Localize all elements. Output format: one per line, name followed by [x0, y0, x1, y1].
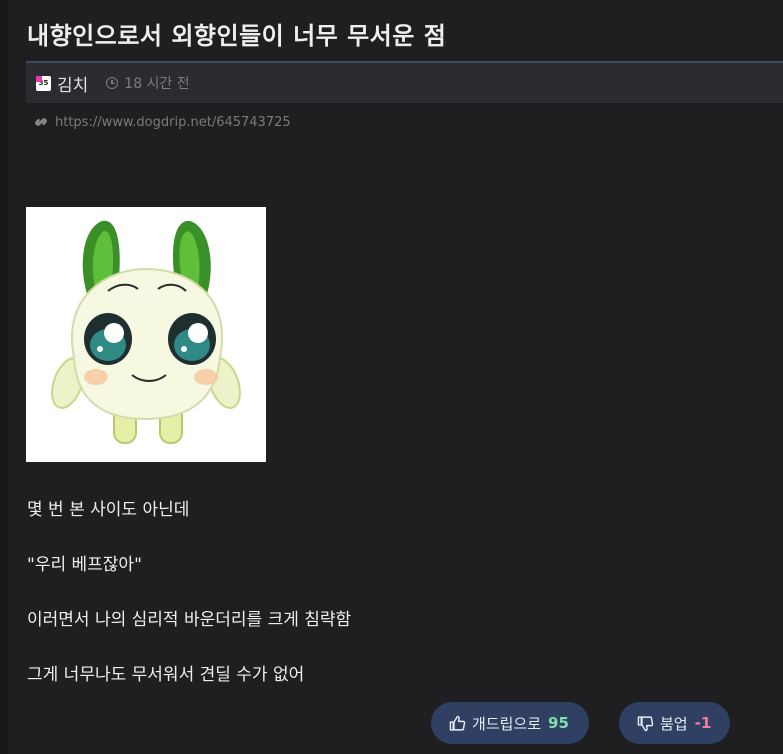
link-icon: [35, 118, 47, 126]
character-illustration: [26, 207, 266, 462]
permalink-row[interactable]: https://www.dogdrip.net/645743725: [32, 113, 291, 131]
thumbs-up-icon: [449, 715, 466, 731]
upvote-label: 개드립으로: [472, 714, 542, 733]
downvote-label: 붐업: [660, 714, 688, 733]
post-line: 몇 번 본 사이도 아닌데: [27, 500, 190, 520]
upvote-button[interactable]: 개드립으로 95: [431, 702, 589, 744]
post-timestamp: 18 시간 전: [124, 76, 190, 92]
downvote-button[interactable]: 붐업 -1: [619, 702, 730, 744]
post-body: 몇 번 본 사이도 아닌데 "우리 베프잖아" 이러면서 나의 심리적 바운더리…: [27, 497, 747, 717]
post-meta-bar: 35 김치 18 시간 전: [26, 61, 783, 103]
left-rail: [0, 0, 8, 754]
post-line: 이러면서 나의 심리적 바운더리를 크게 침략함: [27, 610, 352, 630]
thumbs-down-icon: [637, 715, 654, 731]
author-name[interactable]: 김치: [57, 71, 88, 96]
downvote-count: -1: [694, 714, 712, 732]
post-title: 내향인으로서 외향인들이 너무 무서운 점: [27, 22, 447, 50]
author-avatar[interactable]: 35: [36, 75, 51, 91]
post-line: 그게 너무나도 무서워서 견딜 수가 없어: [27, 665, 305, 685]
clock-icon: [106, 77, 119, 89]
upvote-count: 95: [548, 714, 569, 732]
post-image: [26, 207, 266, 462]
post-page: 내향인으로서 외향인들이 너무 무서운 점 35 김치 18 시간 전 http…: [0, 0, 783, 754]
permalink-url[interactable]: https://www.dogdrip.net/645743725: [55, 115, 291, 130]
post-line: "우리 베프잖아": [27, 555, 142, 575]
